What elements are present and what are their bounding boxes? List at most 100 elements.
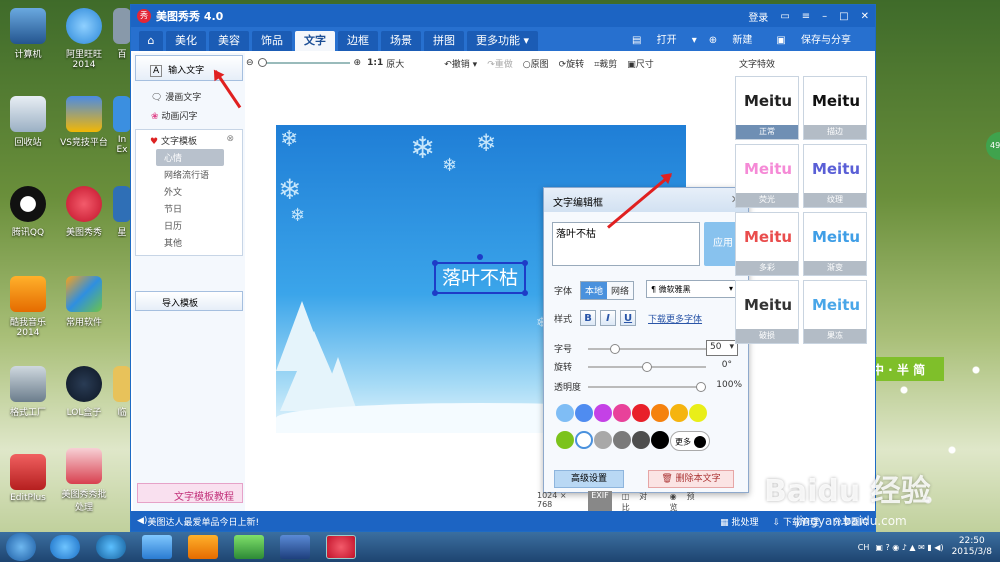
color-swatch[interactable] [594, 404, 612, 422]
effect-tile[interactable]: Meitu 多彩 [735, 212, 799, 276]
effect-tile[interactable]: Meitu 果冻 [803, 280, 867, 344]
zoom-out-icon[interactable]: ⊖ [246, 58, 254, 68]
resize-handle-tl[interactable] [432, 260, 438, 266]
opacity-slider[interactable] [588, 382, 706, 392]
maximize-icon[interactable]: □ [839, 11, 848, 22]
template-tutorial-button[interactable]: 文字模板教程 [137, 483, 243, 503]
font-size-slider[interactable] [588, 344, 706, 354]
template-item-slang[interactable]: 网络流行语 [136, 166, 242, 183]
desktop-icon-qq[interactable]: 腾讯QQ [0, 186, 56, 238]
desktop-icon-editplus[interactable]: EditPlus [0, 454, 56, 503]
undo-button[interactable]: ↶撤销 ▾ [444, 57, 477, 70]
color-swatch[interactable] [651, 431, 669, 449]
editor-title-bar[interactable]: 文字编辑框 ✕ [544, 188, 748, 212]
desktop-icon-aliwangwang[interactable]: 阿里旺旺 2014 [56, 8, 112, 70]
batch-button[interactable]: ▦ 批处理 [720, 515, 758, 528]
color-swatch[interactable] [670, 404, 688, 422]
home-icon[interactable]: ⌂ [139, 31, 163, 51]
desktop-icon-meitu-batch[interactable]: 美图秀秀批 处理 [56, 448, 112, 513]
meitu-task-icon[interactable] [326, 535, 356, 559]
desktop-icon-vs-platform[interactable]: VS竞技平台 [56, 96, 112, 148]
font-select[interactable]: ¶ 微软雅黑 ▾ [646, 280, 738, 298]
floating-badge[interactable]: 49 [986, 132, 1000, 160]
font-local-tab[interactable]: 本地 [581, 282, 608, 299]
color-swatch[interactable] [689, 404, 707, 422]
desktop-icon-meitu[interactable]: 美图秀秀 [56, 186, 112, 238]
exif-badge[interactable]: EXIF [588, 491, 612, 513]
canvas-text-box[interactable]: 落叶不枯 [432, 254, 528, 296]
tray-icons[interactable]: ▣ ? ◉ ♪ ▲ ✉ ▮ ◀) [875, 543, 943, 552]
minimize-icon[interactable]: – [822, 11, 827, 22]
resize-handle-br[interactable] [522, 290, 528, 296]
import-template-button[interactable]: 导入模板 [135, 291, 243, 311]
underline-button[interactable]: U [620, 310, 637, 326]
advanced-settings-button[interactable]: 高级设置 [554, 470, 624, 488]
more-colors-button[interactable]: 更多 [670, 431, 710, 451]
desktop-icon-partial-1[interactable]: 百 [112, 8, 132, 60]
ime-indicator[interactable]: CH [858, 543, 870, 552]
browser-icon[interactable] [96, 535, 126, 559]
desktop-icon-common-software[interactable]: 常用软件 [56, 276, 112, 328]
template-item-holiday[interactable]: 节日 [136, 200, 242, 217]
redo-button[interactable]: ↷重做 [487, 57, 513, 70]
zoom-in-icon[interactable]: ⊕ [354, 58, 362, 68]
resize-handle-tr[interactable] [522, 260, 528, 266]
color-swatch[interactable] [632, 431, 650, 449]
color-swatch[interactable] [613, 431, 631, 449]
opacity-thumb[interactable] [696, 382, 706, 392]
color-swatch[interactable] [632, 404, 650, 422]
color-swatch[interactable] [651, 404, 669, 422]
zoom-slider-knob[interactable] [257, 58, 267, 67]
effect-tile[interactable]: Meitu 正常 [735, 76, 799, 140]
clock[interactable]: 22:50 2015/3/8 [952, 536, 992, 558]
desktop-icon-lol-box[interactable]: LOL盒子 [56, 366, 112, 418]
desktop-icon-format-factory[interactable]: 格式工厂 [0, 366, 56, 418]
template-item-other[interactable]: 其他 [136, 234, 242, 251]
tab-accessories[interactable]: 饰品 [252, 31, 292, 51]
close-icon[interactable]: ✕ [861, 11, 869, 22]
feedback-icon[interactable]: ▭ [780, 11, 789, 22]
ratio-button[interactable]: 1:1 [367, 58, 383, 68]
color-swatch[interactable] [556, 431, 574, 449]
collapse-icon[interactable]: ⊗ [226, 134, 234, 144]
plane-icon[interactable] [234, 535, 264, 559]
tab-face[interactable]: 美容 [209, 31, 249, 51]
tab-collage[interactable]: 拼图 [424, 31, 464, 51]
zoom-slider[interactable] [257, 58, 350, 67]
rotation-slider[interactable] [588, 362, 706, 372]
animated-text-item[interactable]: ❀ 动画闪字 [133, 106, 245, 125]
effect-tile[interactable]: Meitu 荧光 [735, 144, 799, 208]
italic-button[interactable]: I [600, 310, 617, 326]
input-text-button[interactable]: A 输入文字 [135, 55, 243, 81]
rotate-button[interactable]: ⟳旋转 [559, 57, 585, 70]
effect-tile[interactable]: Meitu 描边 [803, 76, 867, 140]
color-swatch[interactable] [575, 431, 593, 449]
text-input[interactable]: 落叶不枯 [552, 222, 700, 266]
start-button[interactable] [6, 533, 36, 561]
preview-button[interactable]: ◉ 预览 [670, 491, 707, 513]
ie-icon[interactable] [50, 535, 80, 559]
desktop-icon-kuwo[interactable]: 酷我音乐 2014 [0, 276, 56, 338]
font-network-tab[interactable]: 网络 [607, 282, 633, 299]
color-swatch[interactable] [594, 431, 612, 449]
template-item-mood[interactable]: 心情 [156, 149, 224, 166]
menu-icon[interactable]: ≡ [802, 11, 810, 22]
font-size-select[interactable]: 50 ▾ [706, 340, 738, 356]
size-button[interactable]: ▣尺寸 [627, 57, 654, 70]
template-header[interactable]: ♥ 文字模板 ⊗ [136, 132, 242, 149]
color-swatch[interactable] [613, 404, 631, 422]
tab-more[interactable]: 更多功能 ▾ [467, 31, 539, 51]
font-size-thumb[interactable] [609, 344, 620, 354]
new-button[interactable]: ⊕ 新建 [709, 31, 765, 51]
desktop-icon-partial-4[interactable]: 临 [112, 366, 132, 418]
tab-scene[interactable]: 场景 [381, 31, 421, 51]
login-link[interactable]: 登录 [748, 9, 768, 24]
compare-button[interactable]: ◫ 对比 [622, 491, 660, 513]
effect-tile[interactable]: Meitu 纹理 [803, 144, 867, 208]
effect-tile[interactable]: Meitu 渐变 [803, 212, 867, 276]
cloud-icon[interactable] [142, 535, 172, 559]
delete-text-button[interactable]: 🗑 删除本文字 [648, 470, 734, 488]
film-icon[interactable] [280, 535, 310, 559]
tab-text[interactable]: 文字 [295, 31, 335, 51]
tab-beautify[interactable]: 美化 [166, 31, 206, 51]
